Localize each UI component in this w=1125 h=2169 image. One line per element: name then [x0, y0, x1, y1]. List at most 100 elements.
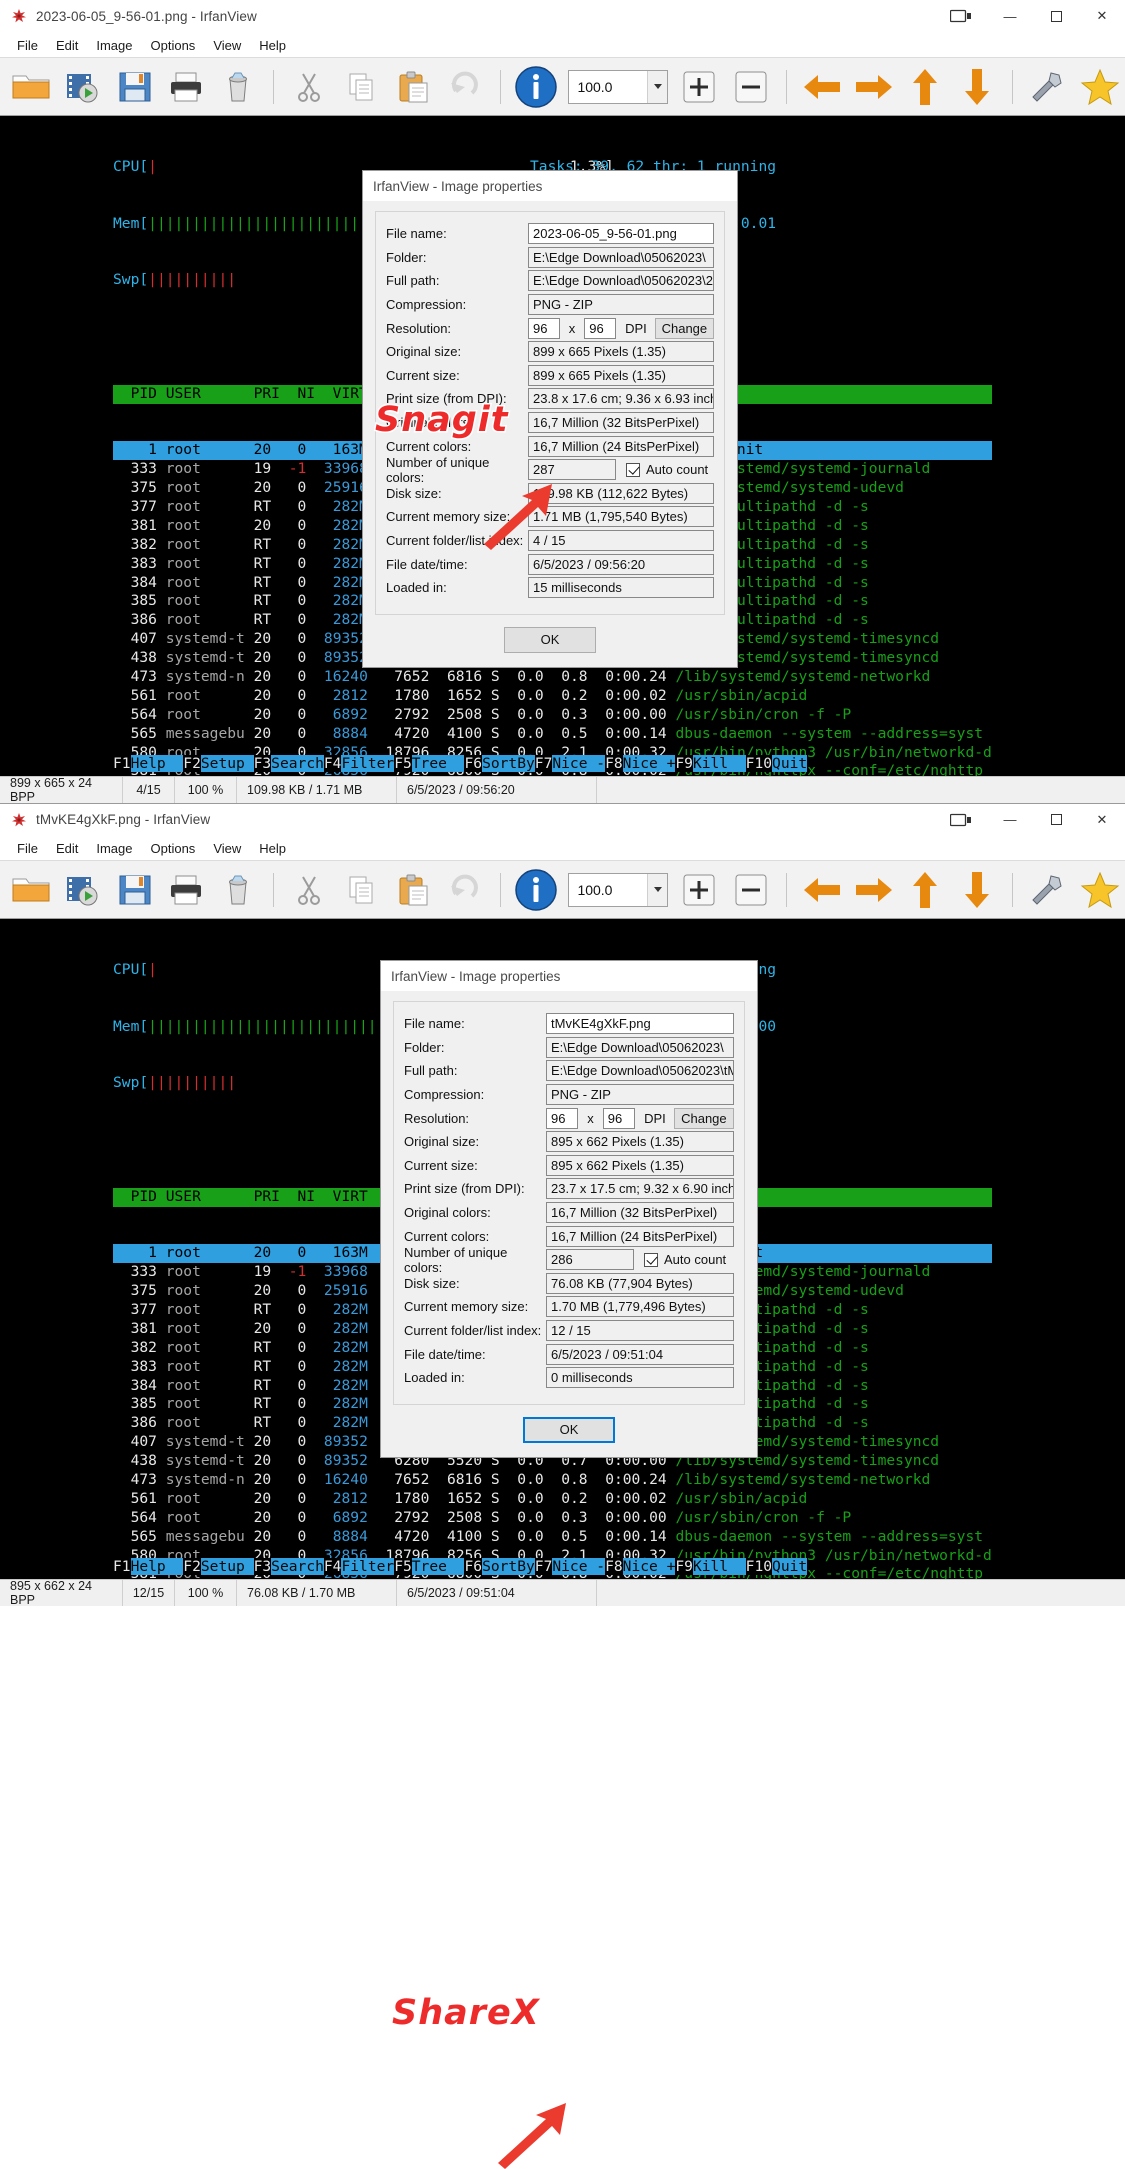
- paste-icon[interactable]: [388, 62, 438, 112]
- print-icon[interactable]: [162, 62, 212, 112]
- zoom-combobox[interactable]: 100.0: [568, 69, 669, 104]
- fkey-label-f5[interactable]: Tree: [411, 1558, 465, 1576]
- favorites-star-icon[interactable]: [1075, 865, 1125, 915]
- zoom-in-icon[interactable]: [674, 865, 724, 915]
- resolution-x-input[interactable]: 96: [546, 1107, 579, 1129]
- fkey-label-f10[interactable]: Quit: [772, 755, 808, 773]
- unique-colors-input[interactable]: 287: [528, 459, 616, 481]
- fkey-f1[interactable]: F1: [113, 755, 131, 773]
- resolution-y-input[interactable]: 96: [602, 1107, 636, 1129]
- menu-view[interactable]: View: [204, 36, 250, 55]
- field-value[interactable]: 4 / 15: [528, 530, 714, 552]
- previous-image-icon[interactable]: [797, 62, 847, 112]
- field-value[interactable]: 895 x 662 Pixels (1.35): [546, 1131, 734, 1153]
- copy-icon[interactable]: [336, 62, 386, 112]
- fkey-label-f3[interactable]: Search: [271, 755, 324, 773]
- cut-icon[interactable]: [284, 865, 334, 915]
- field-value[interactable]: 6/5/2023 / 09:56:20: [528, 553, 714, 575]
- field-value[interactable]: 109.98 KB (112,622 Bytes): [528, 482, 714, 504]
- field-value[interactable]: 12 / 15: [546, 1320, 734, 1342]
- change-resolution-button[interactable]: Change: [654, 317, 714, 339]
- fkey-f1[interactable]: F1: [113, 1558, 131, 1576]
- fkey-f8[interactable]: F8: [605, 1558, 623, 1576]
- settings-icon[interactable]: [1023, 865, 1073, 915]
- menu-view[interactable]: View: [204, 839, 250, 858]
- process-row[interactable]: 561 root 20 0 2812 1780 1652 S 0.0 0.2 0…: [113, 1490, 992, 1509]
- fkey-f4[interactable]: F4: [323, 1558, 342, 1576]
- last-image-icon[interactable]: [952, 865, 1002, 915]
- fkey-f5[interactable]: F5: [394, 1558, 412, 1576]
- process-row[interactable]: 564 root 20 0 6892 2792 2508 S 0.0 0.3 0…: [113, 706, 992, 725]
- zoom-out-icon[interactable]: [726, 62, 776, 112]
- unique-colors-input[interactable]: 286: [546, 1249, 634, 1271]
- ok-button[interactable]: OK: [504, 626, 596, 653]
- zoom-in-icon[interactable]: [674, 62, 724, 112]
- field-value[interactable]: 15 milliseconds: [528, 577, 714, 599]
- close-button[interactable]: ✕: [1079, 803, 1125, 836]
- process-row[interactable]: 565 messagebu 20 0 8884 4720 4100 S 0.0 …: [113, 725, 992, 744]
- menu-file[interactable]: File: [8, 36, 47, 55]
- field-value[interactable]: tMvKE4gXkF.png: [546, 1013, 734, 1035]
- fkey-f9[interactable]: F9: [675, 755, 693, 773]
- delete-icon[interactable]: [213, 865, 263, 915]
- field-value[interactable]: 23.8 x 17.6 cm; 9.36 x 6.93 inches: [528, 388, 714, 410]
- menu-options[interactable]: Options: [142, 839, 205, 858]
- field-value[interactable]: 2023-06-05_9-56-01.png: [528, 223, 714, 245]
- fkey-f3[interactable]: F3: [253, 755, 272, 773]
- field-value[interactable]: 895 x 662 Pixels (1.35): [546, 1154, 734, 1176]
- process-row[interactable]: 564 root 20 0 6892 2792 2508 S 0.0 0.3 0…: [113, 1509, 992, 1528]
- maximize-button[interactable]: [1033, 803, 1079, 836]
- next-image-icon[interactable]: [849, 865, 899, 915]
- minimize-button[interactable]: —: [987, 0, 1033, 33]
- fkey-label-f3[interactable]: Search: [271, 1558, 324, 1576]
- fkey-label-f6[interactable]: SortBy: [482, 1558, 535, 1576]
- first-image-icon[interactable]: [901, 62, 951, 112]
- screen-capture-icon[interactable]: [935, 0, 987, 33]
- slideshow-icon[interactable]: [58, 865, 108, 915]
- fkey-label-f2[interactable]: Setup: [200, 755, 254, 773]
- paste-icon[interactable]: [388, 865, 438, 915]
- field-value[interactable]: E:\Edge Download\05062023\: [546, 1036, 734, 1058]
- menu-file[interactable]: File: [8, 839, 47, 858]
- checkmark-icon[interactable]: [644, 1252, 658, 1267]
- save-icon[interactable]: [110, 865, 160, 915]
- fkey-label-f8[interactable]: Nice +: [622, 755, 676, 773]
- chevron-down-icon[interactable]: [647, 70, 668, 103]
- fkey-label-f1[interactable]: Help: [130, 1558, 184, 1576]
- cut-icon[interactable]: [284, 62, 334, 112]
- fkey-label-f6[interactable]: SortBy: [482, 755, 535, 773]
- fkey-f9[interactable]: F9: [675, 1558, 693, 1576]
- menu-edit[interactable]: Edit: [47, 839, 87, 858]
- screen-capture-icon[interactable]: [935, 803, 987, 836]
- menu-image[interactable]: Image: [87, 839, 141, 858]
- field-value[interactable]: 16,7 Million (24 BitsPerPixel): [546, 1225, 734, 1247]
- minimize-button[interactable]: —: [987, 803, 1033, 836]
- fkey-f10[interactable]: F10: [745, 755, 773, 773]
- print-icon[interactable]: [162, 865, 212, 915]
- settings-icon[interactable]: [1023, 62, 1073, 112]
- fkey-label-f7[interactable]: Nice -: [552, 1558, 606, 1576]
- field-value[interactable]: 76.08 KB (77,904 Bytes): [546, 1272, 734, 1294]
- fkey-label-f4[interactable]: Filter: [341, 755, 395, 773]
- checkmark-icon[interactable]: [626, 462, 640, 477]
- fkey-f7[interactable]: F7: [534, 1558, 553, 1576]
- process-row[interactable]: 565 messagebu 20 0 8884 4720 4100 S 0.0 …: [113, 1528, 992, 1547]
- fkey-f7[interactable]: F7: [534, 755, 553, 773]
- ok-button[interactable]: OK: [523, 1416, 615, 1443]
- fkey-f4[interactable]: F4: [323, 755, 342, 773]
- open-folder-icon[interactable]: [6, 62, 56, 112]
- fkey-label-f8[interactable]: Nice +: [622, 1558, 676, 1576]
- info-icon[interactable]: [511, 62, 561, 112]
- chevron-down-icon[interactable]: [647, 873, 668, 906]
- field-value[interactable]: 899 x 665 Pixels (1.35): [528, 341, 714, 363]
- fkey-f6[interactable]: F6: [464, 1558, 483, 1576]
- menu-help[interactable]: Help: [250, 839, 295, 858]
- fkey-label-f7[interactable]: Nice -: [552, 755, 606, 773]
- field-value[interactable]: 16,7 Million (32 BitsPerPixel): [546, 1202, 734, 1224]
- field-value[interactable]: 1.71 MB (1,795,540 Bytes): [528, 506, 714, 528]
- fkey-f2[interactable]: F2: [183, 755, 201, 773]
- field-value[interactable]: E:\Edge Download\05062023\tMvKE4gXkF.png: [546, 1060, 734, 1082]
- fkey-label-f1[interactable]: Help: [130, 755, 184, 773]
- resolution-y-input[interactable]: 96: [584, 317, 617, 339]
- resolution-x-input[interactable]: 96: [528, 317, 560, 339]
